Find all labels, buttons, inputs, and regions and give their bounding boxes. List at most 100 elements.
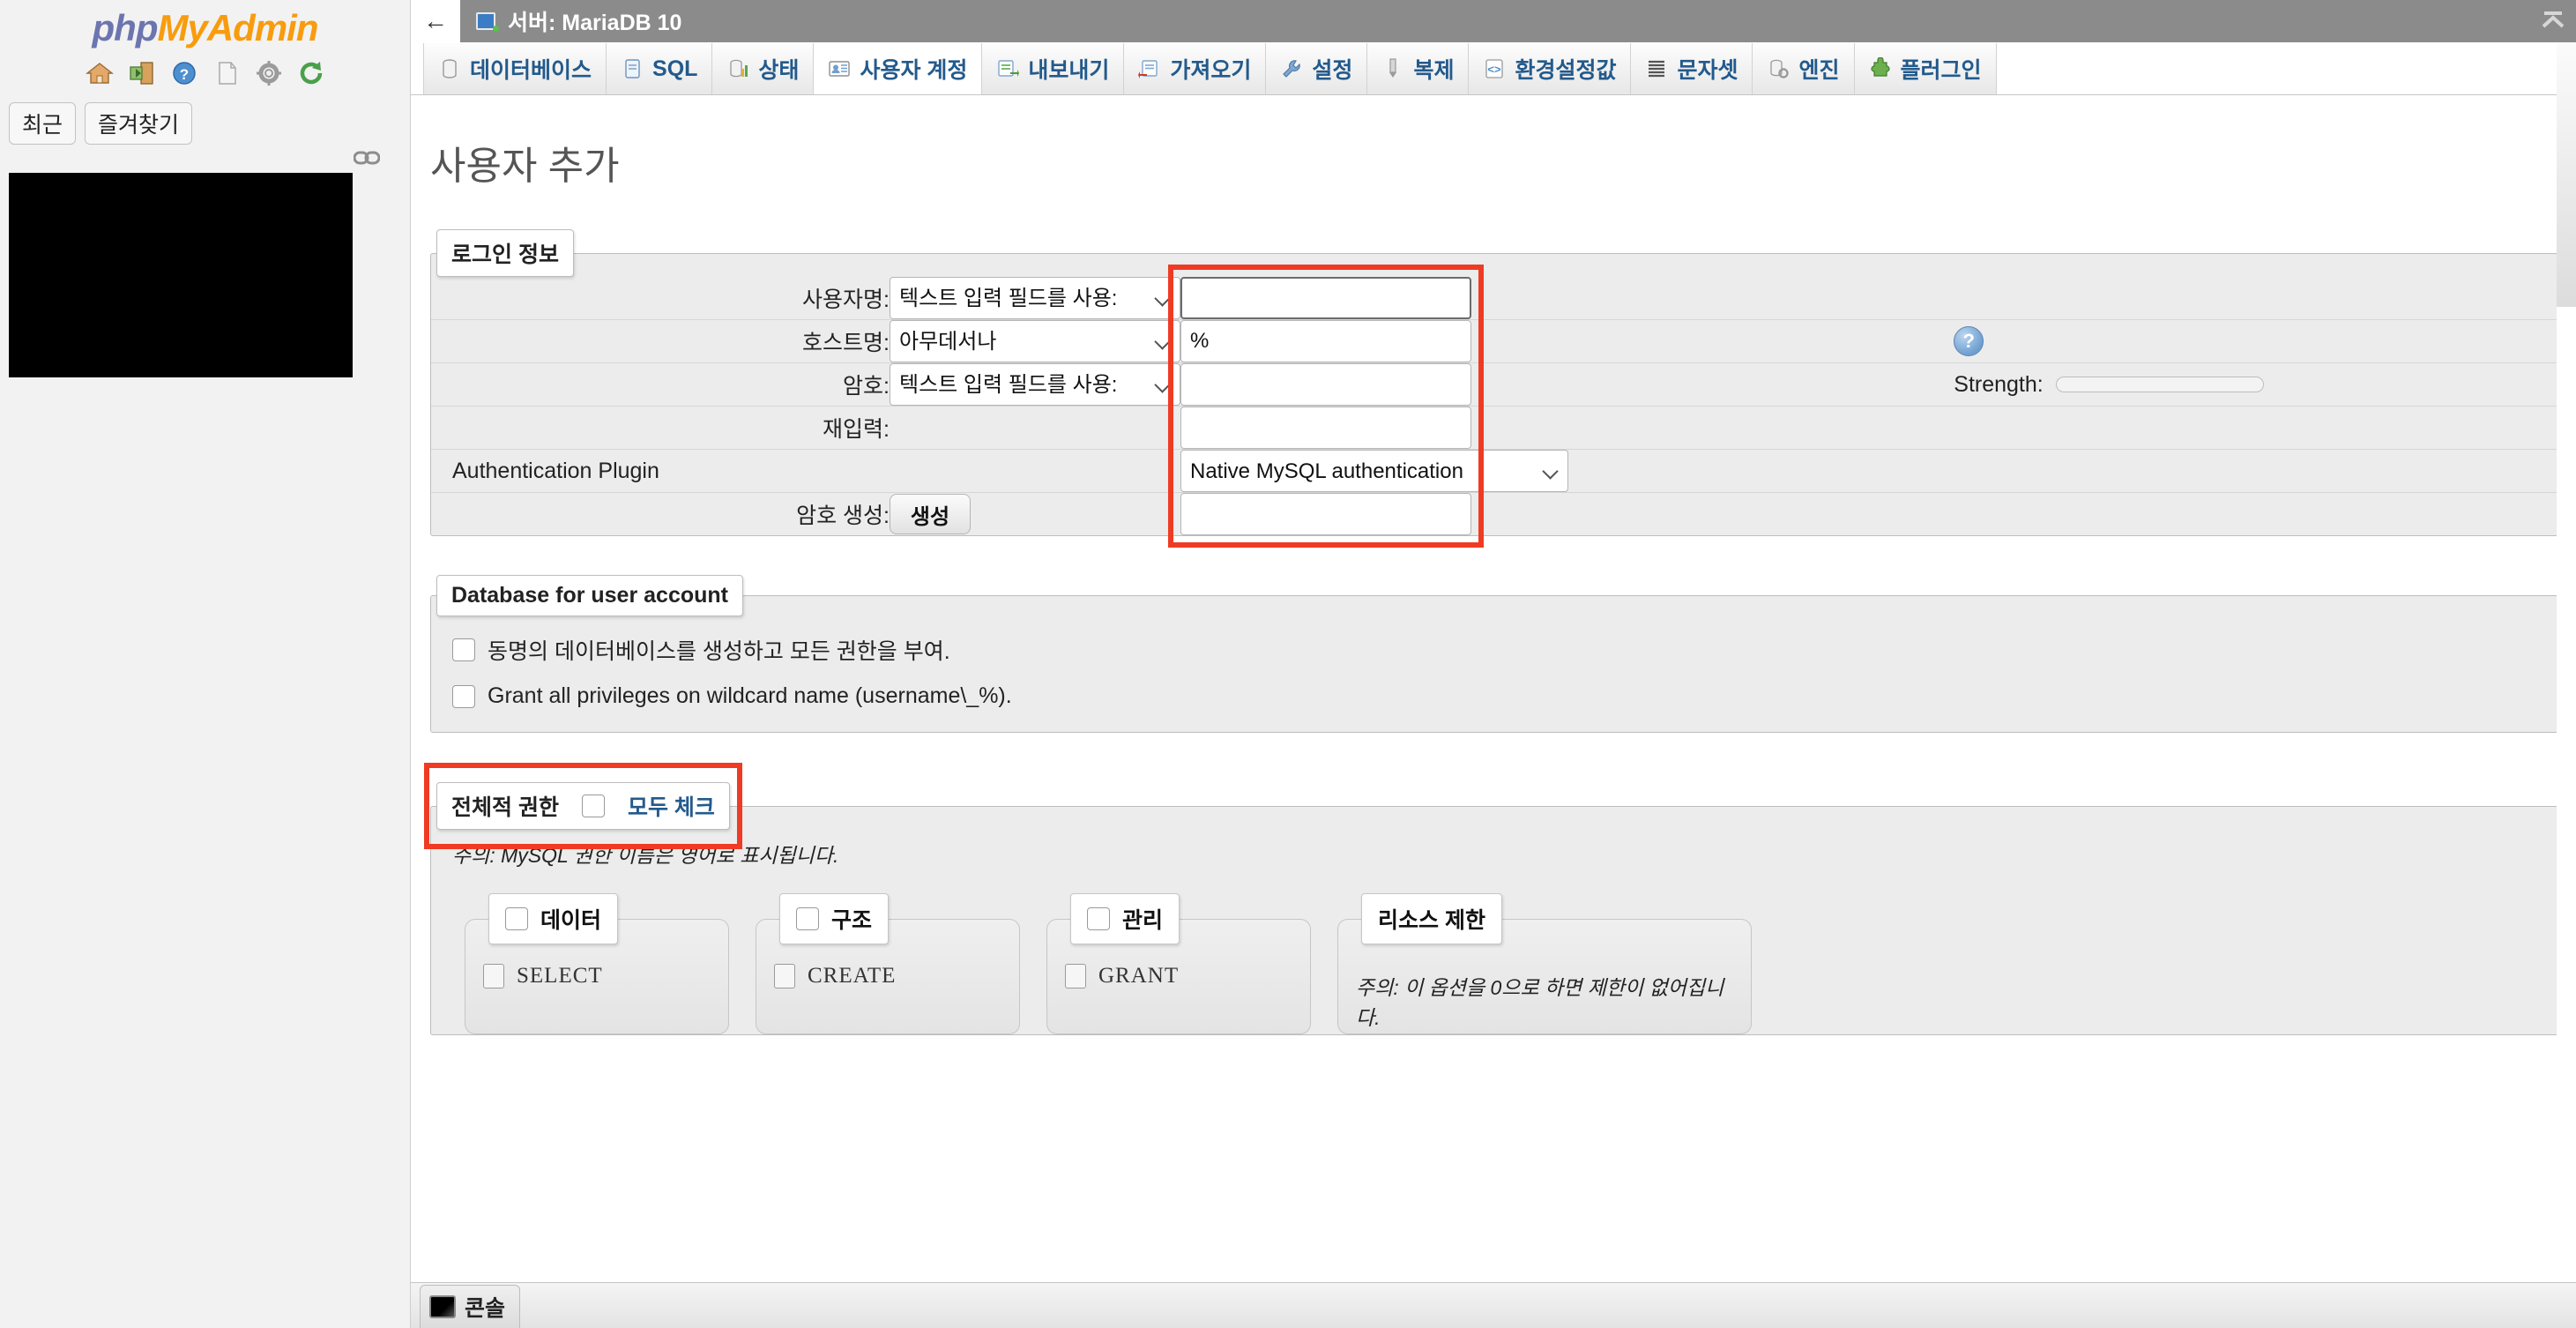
tab-variables[interactable]: <> 환경설정값 [1469,43,1632,94]
grant-wildcard-label: Grant all privileges on wildcard name (u… [488,683,1012,708]
settings-wrench-icon [1280,57,1303,80]
import-icon [1138,57,1161,80]
tab-replication[interactable]: 복제 [1367,43,1470,94]
logout-icon[interactable] [127,58,157,88]
username-input[interactable] [1180,277,1471,319]
create-db-same-name-checkbox[interactable] [452,638,475,661]
tab-user-accounts[interactable]: 사용자 계정 [814,43,983,94]
tab-label: 플러그인 [1900,58,1982,83]
reload-icon[interactable] [296,58,326,88]
tab-label: 문자셋 [1677,58,1738,83]
privilege-item-create[interactable]: CREATE [774,964,1001,989]
select-privilege-label: SELECT [517,964,603,988]
sidebar-pills: 최근 즐겨찾기 [0,88,410,145]
favorites-button[interactable]: 즐겨찾기 [85,102,193,145]
user-accounts-icon [828,57,851,80]
generate-password-label: 암호 생성: [431,492,890,535]
tab-label: 복제 [1413,58,1455,83]
tab-settings[interactable]: 설정 [1266,43,1368,94]
password-row: 암호: 텍스트 입력 필드를 사용: Strength: [431,362,2572,407]
grant-privilege-label: GRANT [1098,964,1180,988]
auth-plugin-select[interactable]: Native MySQL authentication [1180,450,1568,492]
chain-link-icon[interactable] [353,150,381,170]
tab-charsets[interactable]: 문자셋 [1631,43,1753,94]
privilege-item-grant[interactable]: GRANT [1065,964,1292,989]
tab-export[interactable]: 내보내기 [982,43,1125,94]
scrollbar-thumb[interactable] [2557,42,2576,307]
privilege-panel-structure-legend: 구조 [779,893,890,944]
home-icon[interactable] [85,58,115,88]
tab-status[interactable]: 상태 [712,43,815,94]
structure-group-checkbox[interactable] [796,907,819,930]
tab-label: 설정 [1312,58,1353,83]
generated-password-input[interactable] [1180,493,1471,535]
recent-button[interactable]: 최근 [9,102,77,145]
structure-group-label: 구조 [831,908,873,933]
privilege-panel-data: 데이터 SELECT [465,893,729,1034]
login-info-legend: 로그인 정보 [436,229,574,277]
tab-label: SQL [652,56,698,81]
create-privilege-checkbox[interactable] [774,964,795,989]
variables-icon: <> [1483,57,1506,80]
create-db-same-name-row[interactable]: 동명의 데이터베이스를 생성하고 모든 권한을 부여. [431,625,2572,675]
privilege-panel-structure: 구조 CREATE [756,893,1020,1034]
check-all-checkbox[interactable] [581,795,605,817]
create-db-same-name-label: 동명의 데이터베이스를 생성하고 모든 권한을 부여. [488,639,950,664]
console-button[interactable]: 콘솔 [420,1285,521,1328]
grant-wildcard-checkbox[interactable] [452,684,475,708]
docs-icon[interactable] [212,58,242,88]
password-mode-select[interactable]: 텍스트 입력 필드를 사용: [890,363,1180,406]
username-label: 사용자명: [802,287,890,312]
database-tree-panel[interactable] [9,173,353,377]
retype-row: 재입력: [431,406,2572,450]
hostname-input[interactable] [1180,320,1471,362]
scroll-to-top-button[interactable] [2530,0,2576,42]
login-info-table: 사용자명: 텍스트 입력 필드를 사용: 호스트명: 아무데서나 % ? 암호:… [431,277,2572,535]
settings-icon[interactable] [254,58,284,88]
check-all-label[interactable]: 모두 체크 [628,790,715,822]
server-icon [476,11,499,32]
global-privileges-legend: 전체적 권한 모두 체크 [436,782,730,830]
admin-group-checkbox[interactable] [1087,907,1110,930]
help-icon[interactable]: ? [169,58,199,88]
tab-import[interactable]: 가져오기 [1124,43,1267,94]
svg-text:<>: <> [1488,63,1502,76]
global-privileges-fieldset: 전체적 권한 모두 체크 주의: MySQL 권한 이름은 영어로 표시됩니다.… [430,782,2572,1035]
vertical-scrollbar[interactable] [2557,42,2576,1328]
tab-label: 엔진 [1798,58,1840,83]
console-label: 콘솔 [465,1296,506,1321]
tab-label: 상태 [758,58,800,83]
grant-wildcard-row[interactable]: Grant all privileges on wildcard name (u… [431,675,2572,718]
tab-plugins[interactable]: 플러그인 [1854,43,1997,94]
help-circle-icon[interactable]: ? [1954,326,1984,356]
select-privilege-checkbox[interactable] [483,964,504,989]
tab-databases[interactable]: 데이터베이스 [423,43,607,94]
charsets-icon [1645,57,1668,80]
sidebar-icon-row: ? [0,58,410,88]
tab-label: 가져오기 [1170,58,1252,83]
terminal-icon [429,1295,456,1318]
grant-privilege-checkbox[interactable] [1065,964,1086,989]
replication-icon [1381,57,1404,80]
privilege-item-select[interactable]: SELECT [483,964,711,989]
privilege-panel-admin: 관리 GRANT [1046,893,1311,1034]
resource-limits-legend: 리소스 제한 [1361,893,1502,944]
back-button[interactable]: ← [411,0,460,42]
data-group-checkbox[interactable] [505,907,528,930]
tab-sql[interactable]: SQL [607,43,713,94]
retype-password-input[interactable] [1180,407,1471,449]
tab-engines[interactable]: 엔진 [1753,43,1855,94]
generate-password-button[interactable]: 생성 [890,494,971,534]
privilege-panel-data-legend: 데이터 [488,893,619,944]
hostname-mode-select[interactable]: 아무데서나 [890,320,1180,362]
generate-password-row: 암호 생성: 생성 [431,492,2572,535]
resource-limits-note: 주의: 이 옵션을 0으로 하면 제한이 없어집니다. [1356,976,1724,1029]
server-title-text: 서버: MariaDB 10 [508,11,682,35]
username-mode-select[interactable]: 텍스트 입력 필드를 사용: [890,277,1180,319]
password-label: 암호: [431,362,890,407]
privilege-panels-row: 데이터 SELECT 구조 CREATE 관리 GRANT 리소스 제한 주의:… [431,869,2572,1034]
phpmyadmin-logo[interactable]: phpMyAdmin [0,0,410,49]
server-title: 서버: MariaDB 10 [460,0,698,42]
password-input[interactable] [1180,363,1471,406]
privilege-panel-admin-legend: 관리 [1070,893,1180,944]
